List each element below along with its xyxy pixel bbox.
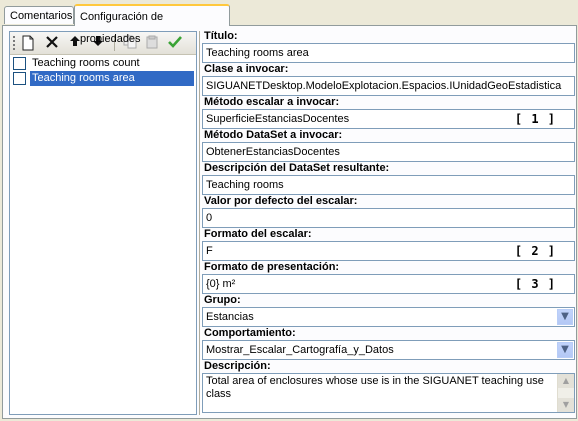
tab-strip: Comentarios Configuración de propiedades <box>0 0 578 45</box>
tab-configuracion-propiedades[interactable]: Configuración de propiedades <box>74 4 230 45</box>
metodo-dataset-field[interactable]: ObtenerEstanciasDocentes <box>202 142 575 162</box>
descripcion-textarea[interactable]: Total area of enclosures whose use is in… <box>202 373 575 413</box>
list-item-checkbox[interactable] <box>13 72 26 85</box>
desc-dataset-label: Descripción del DataSet resultante: <box>204 162 390 174</box>
note-marker-3: [ 3 ] <box>514 277 556 291</box>
list-item[interactable]: Teaching rooms count <box>10 56 196 71</box>
comportamiento-value: Mostrar_Escalar_Cartografía_y_Datos <box>206 344 394 356</box>
descripcion-label: Descripción: <box>204 360 271 372</box>
property-list-pane: Teaching rooms count Teaching rooms area <box>9 31 197 415</box>
descripcion-value: Total area of enclosures whose use is in… <box>206 375 544 400</box>
list-item-checkbox[interactable] <box>13 57 26 70</box>
valor-defecto-label: Valor por defecto del escalar: <box>204 195 358 207</box>
tab-comentarios[interactable]: Comentarios <box>4 6 74 24</box>
valor-defecto-field[interactable]: 0 <box>202 208 575 228</box>
formato-escalar-value: F <box>206 245 213 257</box>
grupo-label: Grupo: <box>204 294 241 306</box>
titulo-field[interactable]: Teaching rooms area <box>202 43 575 63</box>
clase-label: Clase a invocar: <box>204 63 289 75</box>
grupo-select[interactable]: Estancias ▼ <box>202 307 575 327</box>
metodo-escalar-field[interactable]: SuperficieEstanciasDocentes [ 1 ] <box>202 109 575 129</box>
note-marker-1: [ 1 ] <box>514 112 556 126</box>
descripcion-scrollbar[interactable]: ▲ ▼ <box>557 374 574 412</box>
formato-escalar-label: Formato del escalar: <box>204 228 312 240</box>
toolbar-grip[interactable] <box>13 36 15 50</box>
metodo-escalar-value: SuperficieEstanciasDocentes <box>206 113 350 125</box>
scroll-down-icon[interactable]: ▼ <box>558 398 574 412</box>
comportamiento-label: Comportamiento: <box>204 327 296 339</box>
desc-dataset-field[interactable]: Teaching rooms <box>202 175 575 195</box>
chevron-down-icon[interactable]: ▼ <box>557 342 573 358</box>
formato-escalar-field[interactable]: F [ 2 ] <box>202 241 575 261</box>
formato-presentacion-field[interactable]: {0} m² [ 3 ] <box>202 274 575 294</box>
clase-field[interactable]: SIGUANETDesktop.ModeloExplotacion.Espaci… <box>202 76 575 96</box>
formato-presentacion-label: Formato de presentación: <box>204 261 340 273</box>
scroll-up-icon[interactable]: ▲ <box>558 374 574 388</box>
note-marker-2: [ 2 ] <box>514 244 556 258</box>
metodo-escalar-label: Método escalar a invocar: <box>204 96 340 108</box>
delete-icon[interactable] <box>44 35 60 51</box>
property-tree: Teaching rooms count Teaching rooms area <box>10 56 196 86</box>
chevron-down-icon[interactable]: ▼ <box>557 309 573 325</box>
metodo-dataset-label: Método DataSet a invocar: <box>204 129 343 141</box>
paste-icon[interactable] <box>144 35 160 51</box>
titulo-label: Título: <box>204 30 238 42</box>
list-item[interactable]: Teaching rooms area <box>10 71 196 86</box>
list-item-label: Teaching rooms area <box>30 71 194 86</box>
accept-check-icon[interactable] <box>167 35 183 51</box>
new-icon[interactable] <box>20 35 36 51</box>
grupo-value: Estancias <box>206 311 254 323</box>
formato-presentacion-value: {0} m² <box>206 278 236 290</box>
list-item-label: Teaching rooms count <box>32 57 140 69</box>
comportamiento-select[interactable]: Mostrar_Escalar_Cartografía_y_Datos ▼ <box>202 340 575 360</box>
